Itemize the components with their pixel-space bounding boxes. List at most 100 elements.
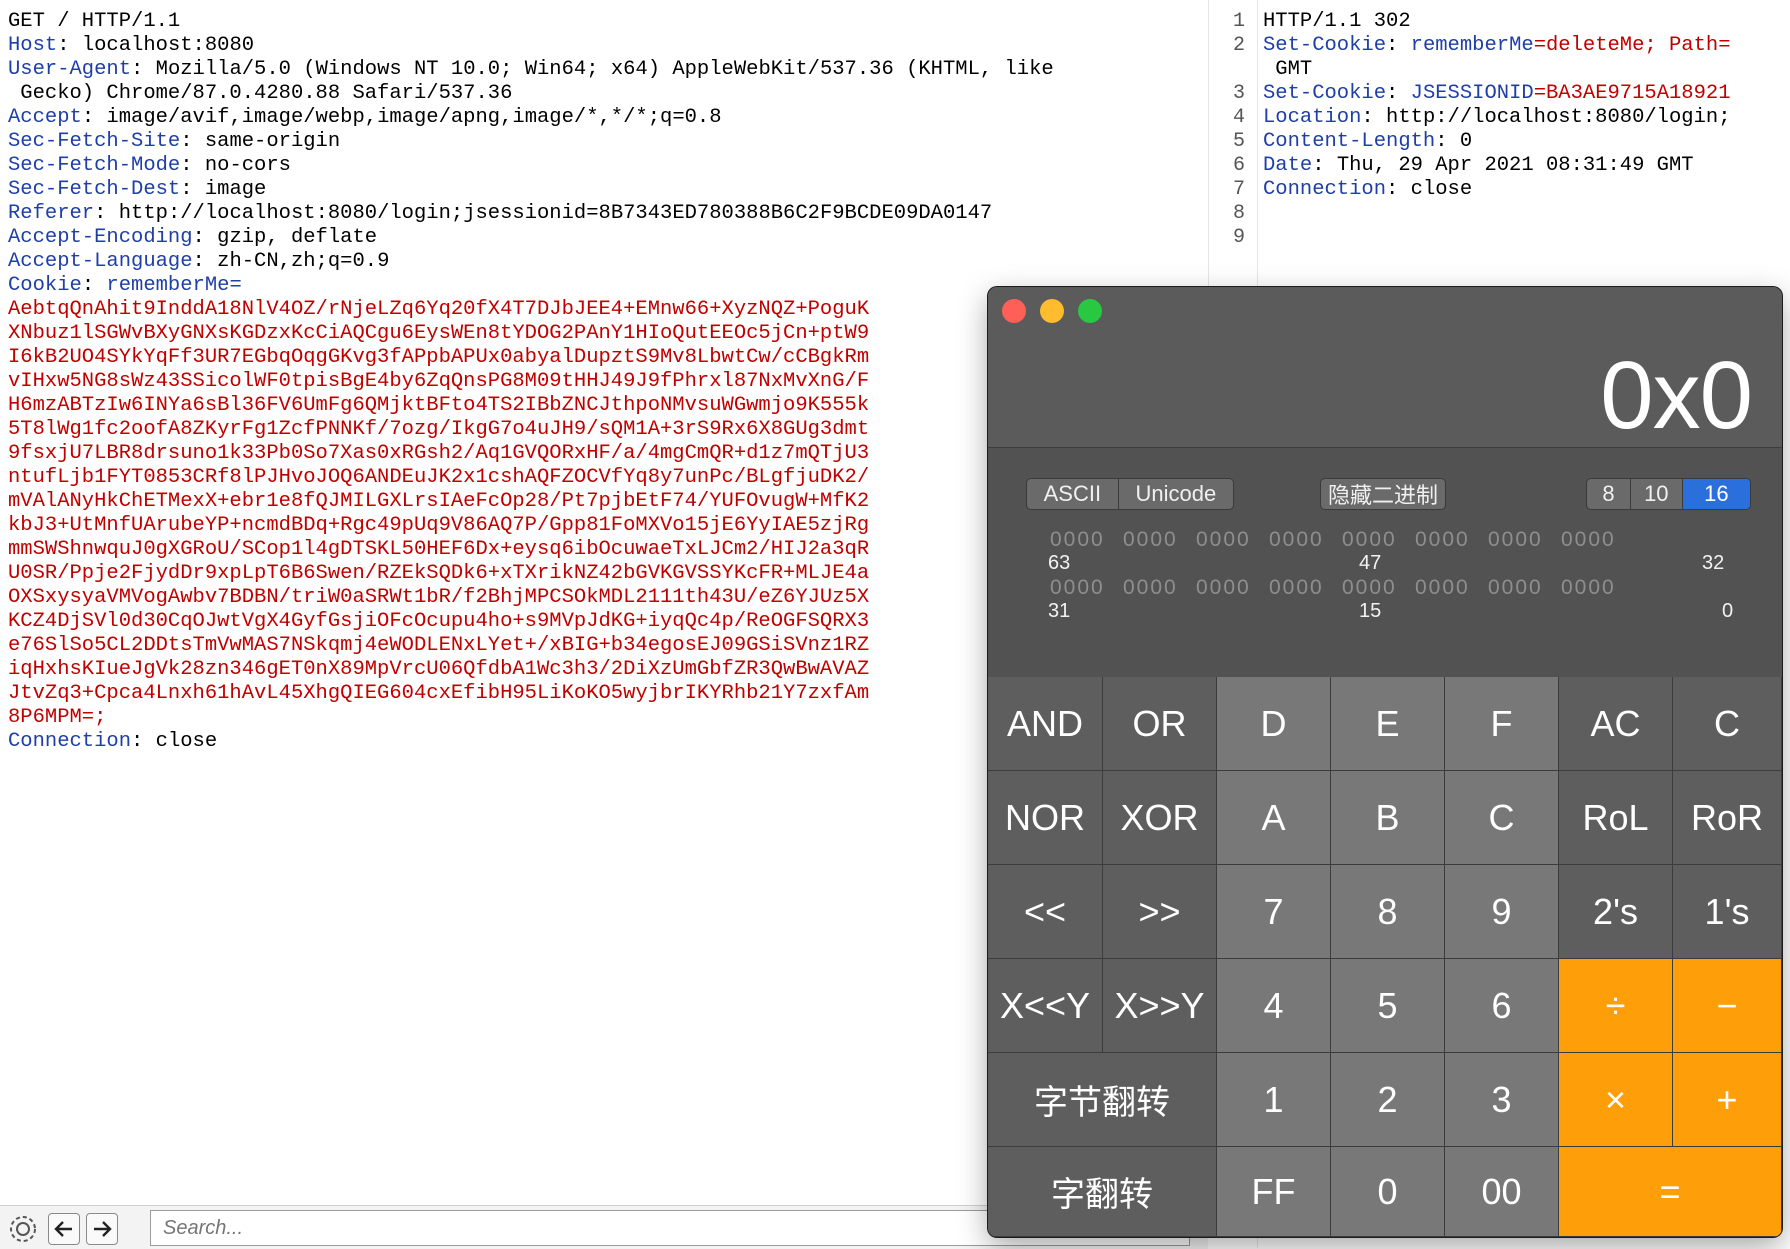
ones-complement-button[interactable]: 1's <box>1673 865 1782 959</box>
bit-group[interactable]: 0000 <box>1196 528 1251 552</box>
digit-7-button[interactable]: 7 <box>1217 865 1331 959</box>
nor-button[interactable]: NOR <box>988 771 1103 865</box>
hex-b-button[interactable]: B <box>1331 771 1445 865</box>
bit-group[interactable]: 0000 <box>1050 528 1105 552</box>
bit-row-high: 0000 0000 0000 0000 0000 0000 0000 0000 <box>988 528 1782 554</box>
cookie-value: =BA3AE9715A18921 <box>1533 82 1731 105</box>
request-header-line: Sec-Fetch-Dest: image <box>8 178 267 201</box>
double-zero-button[interactable]: 00 <box>1445 1147 1559 1237</box>
divide-button[interactable]: ÷ <box>1559 959 1673 1053</box>
digit-8-button[interactable]: 8 <box>1331 865 1445 959</box>
zoom-window-icon[interactable] <box>1078 299 1102 323</box>
line-number: 8 <box>1232 202 1245 225</box>
plus-button[interactable]: + <box>1673 1053 1782 1147</box>
ff-button[interactable]: FF <box>1217 1147 1331 1237</box>
line-number: 3 <box>1232 82 1245 105</box>
bit-group[interactable]: 0000 <box>1488 528 1543 552</box>
bit-group[interactable]: 0000 <box>1342 528 1397 552</box>
bit-label-63: 63 <box>1048 552 1071 574</box>
base-10-tab[interactable]: 10 <box>1631 479 1683 509</box>
cookie-header-name: Cookie <box>8 274 82 297</box>
digit-4-button[interactable]: 4 <box>1217 959 1331 1053</box>
hex-a-button[interactable]: A <box>1217 771 1331 865</box>
bit-group[interactable]: 0000 <box>1269 528 1324 552</box>
bit-group[interactable]: 0000 <box>1415 576 1470 600</box>
bit-group[interactable]: 0000 <box>1488 576 1543 600</box>
header-value: close <box>1398 178 1473 201</box>
x-shift-right-y-button[interactable]: X>>Y <box>1103 959 1217 1053</box>
header-name: Content-Length <box>1263 130 1436 153</box>
forward-arrow-icon[interactable] <box>86 1213 118 1245</box>
byte-flip-button[interactable]: 字节翻转 <box>988 1053 1217 1147</box>
calculator-window[interactable]: 0x0 ASCII Unicode 隐藏二进制 8 10 16 0000 0000… <box>988 287 1782 1237</box>
minus-button[interactable]: − <box>1673 959 1782 1053</box>
clear-button[interactable]: C <box>1673 677 1782 771</box>
back-arrow-icon[interactable] <box>48 1213 80 1245</box>
x-shift-left-y-button[interactable]: X<<Y <box>988 959 1103 1053</box>
request-header-line: Accept-Encoding: gzip, deflate <box>8 226 378 249</box>
digit-1-button[interactable]: 1 <box>1217 1053 1331 1147</box>
base-toggle[interactable]: 8 10 16 <box>1586 478 1751 510</box>
rotate-left-button[interactable]: RoL <box>1559 771 1673 865</box>
bit-group[interactable]: 0000 <box>1196 576 1251 600</box>
and-button[interactable]: AND <box>988 677 1103 771</box>
encoding-toggle[interactable]: ASCII Unicode <box>1026 478 1234 510</box>
header-name: User-Agent <box>8 58 132 81</box>
bit-group[interactable]: 0000 <box>1415 528 1470 552</box>
cookie-name: rememberMe <box>1410 34 1534 57</box>
twos-complement-button[interactable]: 2's <box>1559 865 1673 959</box>
line-number: 1 <box>1232 10 1245 33</box>
header-value: image/avif,image/webp,image/apng,image/*… <box>106 106 722 129</box>
word-flip-button[interactable]: 字翻转 <box>988 1147 1217 1237</box>
hex-e-button[interactable]: E <box>1331 677 1445 771</box>
minimize-window-icon[interactable] <box>1040 299 1064 323</box>
bit-group[interactable]: 0000 <box>1050 576 1105 600</box>
digit-0-button[interactable]: 0 <box>1331 1147 1445 1237</box>
response-editor[interactable]: HTTP/1.1 302 Set-Cookie: rememberMe=dele… <box>1263 10 1790 202</box>
header-name: Host <box>8 34 58 57</box>
header-value: no-cors <box>204 154 291 177</box>
xor-button[interactable]: XOR <box>1103 771 1217 865</box>
bit-label-32: 32 <box>1702 552 1725 574</box>
header-value: http://localhost:8080/login;jsessionid=8… <box>118 202 993 225</box>
response-header-line: GMT <box>1263 58 1790 82</box>
equals-button[interactable]: = <box>1559 1147 1782 1237</box>
response-header-line: Set-Cookie: rememberMe=deleteMe; Path= <box>1263 34 1731 57</box>
bit-group[interactable]: 0000 <box>1561 528 1616 552</box>
header-value: Thu, 29 Apr 2021 08:31:49 GMT <box>1324 154 1694 177</box>
multiply-button[interactable]: × <box>1559 1053 1673 1147</box>
shift-left-button[interactable]: << <box>988 865 1103 959</box>
shift-right-button[interactable]: >> <box>1103 865 1217 959</box>
close-window-icon[interactable] <box>1002 299 1026 323</box>
unicode-tab[interactable]: Unicode <box>1119 479 1233 509</box>
bit-label-0: 0 <box>1722 600 1734 622</box>
rotate-right-button[interactable]: RoR <box>1673 771 1782 865</box>
base-8-tab[interactable]: 8 <box>1587 479 1631 509</box>
hex-d-button[interactable]: D <box>1217 677 1331 771</box>
hide-binary-button[interactable]: 隐藏二进制 <box>1320 478 1446 510</box>
calculator-display: 0x0 <box>1600 342 1753 449</box>
hide-binary-label[interactable]: 隐藏二进制 <box>1321 479 1445 509</box>
digit-5-button[interactable]: 5 <box>1331 959 1445 1053</box>
request-header-line: Sec-Fetch-Mode: no-cors <box>8 154 291 177</box>
settings-gear-icon[interactable] <box>6 1213 40 1245</box>
digit-6-button[interactable]: 6 <box>1445 959 1559 1053</box>
or-button[interactable]: OR <box>1103 677 1217 771</box>
response-header-line: Content-Length: 0 <box>1263 130 1473 153</box>
digit-2-button[interactable]: 2 <box>1331 1053 1445 1147</box>
all-clear-button[interactable]: AC <box>1559 677 1673 771</box>
digit-9-button[interactable]: 9 <box>1445 865 1559 959</box>
digit-3-button[interactable]: 3 <box>1445 1053 1559 1147</box>
line-number: 4 <box>1232 106 1245 129</box>
bit-group[interactable]: 0000 <box>1123 576 1178 600</box>
ascii-tab[interactable]: ASCII <box>1027 479 1119 509</box>
bit-group[interactable]: 0000 <box>1342 576 1397 600</box>
bit-group[interactable]: 0000 <box>1561 576 1616 600</box>
hex-c-button[interactable]: C <box>1445 771 1559 865</box>
base-16-tab[interactable]: 16 <box>1682 479 1750 509</box>
request-header-line: Referer: http://localhost:8080/login;jse… <box>8 202 993 225</box>
hex-f-button[interactable]: F <box>1445 677 1559 771</box>
bit-group[interactable]: 0000 <box>1123 528 1178 552</box>
bit-group[interactable]: 0000 <box>1269 576 1324 600</box>
header-value: zh-CN,zh;q=0.9 <box>217 250 390 273</box>
